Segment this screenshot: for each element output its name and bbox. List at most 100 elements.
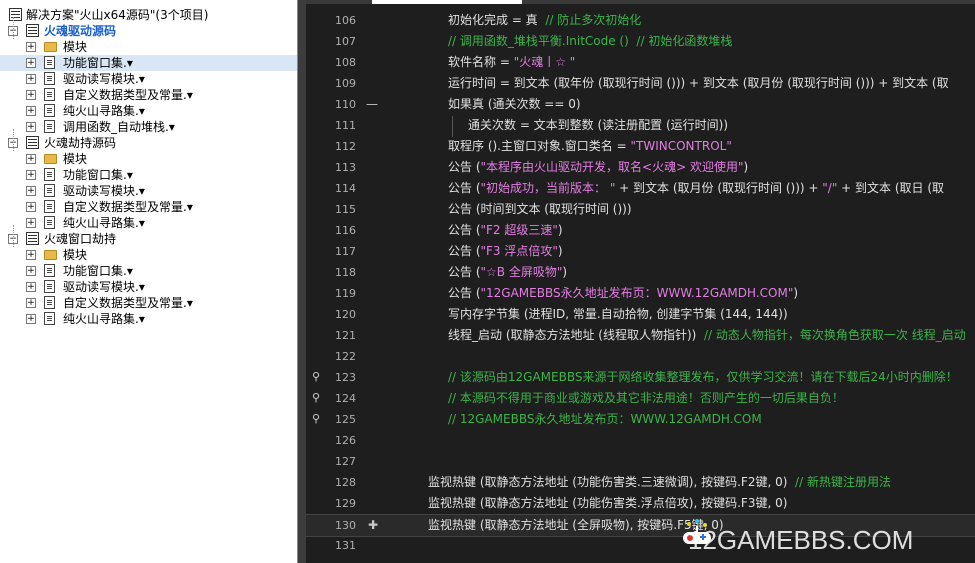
panel-splitter[interactable] xyxy=(298,0,306,563)
tree-item[interactable]: + 纯火山寻路集.▾ xyxy=(0,103,297,119)
code-line[interactable]: 109 运行时间 = 到文本 (取年份 (取现行时间 ())) + 到文本 (取月… xyxy=(306,73,975,94)
tree-item[interactable]: + 功能窗口集.▾ xyxy=(0,263,297,279)
expand-toggle-icon[interactable]: + xyxy=(26,298,36,308)
tree-item[interactable]: + 调用函数_自动堆栈.▾ xyxy=(0,119,297,135)
line-number: 115 xyxy=(335,203,356,216)
folder-icon xyxy=(44,42,57,52)
code-line[interactable]: 126 xyxy=(306,430,975,451)
tree-item-label: 驱动读写模块.▾ xyxy=(63,280,145,294)
tree-project-label: 火魂窗口劫持 xyxy=(44,232,117,246)
watermark-text: 12GAMEBBS.COM xyxy=(688,525,914,555)
tree-item-label: 模块 xyxy=(63,248,88,262)
search-bookmark-icon[interactable]: ⚲ xyxy=(312,413,324,425)
document-icon xyxy=(44,296,55,309)
expand-toggle-icon[interactable]: + xyxy=(26,90,36,100)
tree-item[interactable]: + 驱动读写模块.▾ xyxy=(0,183,297,199)
tree-item-label: 纯火山寻路集.▾ xyxy=(63,216,145,230)
code-line[interactable]: 123 ⚲// 该源码由12GAMEBBS来源于网络收集整理发布，仅供学习交流！请… xyxy=(306,367,975,388)
code-text: 公告 ("F3 浮点倍攻") xyxy=(448,244,563,258)
code-line[interactable]: 125 ⚲// 12GAMEBBS永久地址发布页：WWW.12GAMDH.COM xyxy=(306,409,975,430)
tree-item[interactable]: + 驱动读写模块.▾ xyxy=(0,71,297,87)
tree-item[interactable]: + 自定义数据类型及常量.▾ xyxy=(0,295,297,311)
line-number: 112 xyxy=(335,140,356,153)
tree-item[interactable]: + 模块 xyxy=(0,39,297,55)
solution-tree-panel: 解决方案"火山x64源码"(3个项目) − 火魂驱动源码 + 模块 + 功能窗口集.▾ + 驱动… xyxy=(0,0,298,563)
cursor-crosshair-icon: ✚ xyxy=(368,518,379,532)
document-icon xyxy=(44,88,55,101)
tree-project[interactable]: − 火魂劫持源码 xyxy=(0,135,297,151)
expand-toggle-icon[interactable]: + xyxy=(26,266,36,276)
expand-toggle-icon[interactable]: + xyxy=(26,250,36,260)
tree-item[interactable]: + 纯火山寻路集.▾ xyxy=(0,311,297,327)
code-line[interactable]: 127 xyxy=(306,451,975,472)
code-line[interactable]: 106 初始化完成 = 真 // 防止多次初始化 xyxy=(306,10,975,31)
tree-item-label: 驱动读写模块.▾ xyxy=(63,72,145,86)
expand-toggle-icon[interactable]: + xyxy=(26,282,36,292)
expand-toggle-icon[interactable]: + xyxy=(26,42,36,52)
search-bookmark-icon[interactable]: ⚲ xyxy=(312,392,324,404)
tree-project[interactable]: − 火魂窗口劫持 xyxy=(0,231,297,247)
expand-toggle-icon[interactable]: + xyxy=(26,314,36,324)
expand-toggle-icon[interactable]: + xyxy=(26,202,36,212)
tree-item-label: 驱动读写模块.▾ xyxy=(63,184,145,198)
tree-item[interactable]: + 功能窗口集.▾ xyxy=(0,167,297,183)
search-bookmark-icon[interactable]: ⚲ xyxy=(312,371,324,383)
code-line[interactable]: 111 通关次数 = 文本到整数 (读注册配置 (运行时间)) xyxy=(306,115,975,136)
line-number: 108 xyxy=(335,56,356,69)
tree-item[interactable]: + 模块 xyxy=(0,247,297,263)
code-editor[interactable]: 106 初始化完成 = 真 // 防止多次初始化 107 // 调用函数_堆栈平衡.I… xyxy=(306,0,975,563)
tree-item[interactable]: + 自定义数据类型及常量.▾ xyxy=(0,87,297,103)
expand-toggle-icon[interactable]: + xyxy=(26,122,36,132)
expand-toggle-icon[interactable]: + xyxy=(26,186,36,196)
code-text: 公告 ("初始成功，当前版本： " + 到文本 (取月份 (取现行时间 ()))… xyxy=(448,181,945,195)
expand-toggle-icon[interactable]: + xyxy=(26,170,36,180)
code-line[interactable]: 121 线程_启动 (取静态方法地址 (线程取人物指针)) // 动态人物指针，每… xyxy=(306,325,975,346)
code-line[interactable]: 115 公告 (时间到文本 (取现行时间 ())) xyxy=(306,199,975,220)
expand-toggle-icon[interactable]: + xyxy=(26,58,36,68)
tree-item-label: 自定义数据类型及常量.▾ xyxy=(63,88,193,102)
code-line[interactable]: 124 ⚲// 本源码不得用于商业或游戏及其它非法用途！否则产生的一切后果自负！ xyxy=(306,388,975,409)
tree-item-label: 功能窗口集.▾ xyxy=(63,264,133,278)
tree-item-label: 模块 xyxy=(63,152,88,166)
code-line[interactable]: 122 xyxy=(306,346,975,367)
code-line[interactable]: 107 // 调用函数_堆栈平衡.InitCode () // 初始化函数堆栈 xyxy=(306,31,975,52)
code-line[interactable]: 119 公告 ("12GAMEBBS永久地址发布页：WWW.12GAMDH.COM… xyxy=(306,283,975,304)
code-text: 初始化完成 = 真 // 防止多次初始化 xyxy=(448,13,642,27)
expand-toggle-icon[interactable]: + xyxy=(26,74,36,84)
code-line[interactable]: 120 写内存字节集 (进程ID, 常量.自动拾物, 创建字节集 (144, 14… xyxy=(306,304,975,325)
tree-item[interactable]: + 模块 xyxy=(0,151,297,167)
code-text: // 该源码由12GAMEBBS来源于网络收集整理发布，仅供学习交流！请在下载后… xyxy=(448,370,958,384)
tree-item[interactable]: + 自定义数据类型及常量.▾ xyxy=(0,199,297,215)
code-line[interactable]: 113 公告 ("本程序由火山驱动开发，取名<火魂> 欢迎使用") xyxy=(306,157,975,178)
code-line[interactable]: 108 软件名称 = "火魂丨☆ " xyxy=(306,52,975,73)
code-text: 写内存字节集 (进程ID, 常量.自动拾物, 创建字节集 (144, 144)) xyxy=(448,307,788,321)
code-line[interactable]: 129 监视热键 (取静态方法地址 (功能伤害类.浮点倍攻), 按键码.F3键, … xyxy=(306,493,975,514)
code-line[interactable]: 128 监视热键 (取静态方法地址 (功能伤害类.三速微调), 按键码.F2键, … xyxy=(306,472,975,493)
code-line[interactable]: 118 公告 ("☆B 全屏吸物") xyxy=(306,262,975,283)
code-line[interactable]: 116 公告 ("F2 超级三速") xyxy=(306,220,975,241)
tree-guide-line xyxy=(13,129,14,151)
tree-project-label: 火魂劫持源码 xyxy=(44,136,117,150)
code-line[interactable]: 114 公告 ("初始成功，当前版本： " + 到文本 (取月份 (取现行时间 (… xyxy=(306,178,975,199)
tree-project[interactable]: − 火魂驱动源码 xyxy=(0,23,297,39)
tree-item[interactable]: + 驱动读写模块.▾ xyxy=(0,279,297,295)
tree-item[interactable]: + 纯火山寻路集.▾ xyxy=(0,215,297,231)
code-text: 线程_启动 (取静态方法地址 (线程取人物指针)) // 动态人物指针，每次换角… xyxy=(448,328,966,342)
code-line[interactable]: 117 公告 ("F3 浮点倍攻") xyxy=(306,241,975,262)
expand-toggle-icon[interactable]: + xyxy=(26,218,36,228)
tree-root[interactable]: 解决方案"火山x64源码"(3个项目) xyxy=(0,7,297,23)
line-number: 116 xyxy=(335,224,356,237)
code-line[interactable]: 110 — 如果真 (通关次数 == 0) xyxy=(306,94,975,115)
tree-item-label: 自定义数据类型及常量.▾ xyxy=(63,296,193,310)
project-icon xyxy=(26,232,39,245)
code-text: 监视热键 (取静态方法地址 (功能伤害类.浮点倍攻), 按键码.F3键, 0) xyxy=(428,496,788,510)
code-line[interactable]: 112 取程序 ().主窗口对象.窗口类名 = "TWINCONTROL" xyxy=(306,136,975,157)
expand-toggle-icon[interactable]: + xyxy=(26,154,36,164)
tree-item[interactable]: + 功能窗口集.▾ xyxy=(0,55,297,71)
code-text: 监视热键 (取静态方法地址 (功能伤害类.三速微调), 按键码.F2键, 0) … xyxy=(428,475,891,489)
code-text: 通关次数 = 文本到整数 (读注册配置 (运行时间)) xyxy=(468,118,729,132)
expand-toggle-icon[interactable]: + xyxy=(26,106,36,116)
fold-marker-icon[interactable]: — xyxy=(366,94,378,115)
tree-item-label: 功能窗口集.▾ xyxy=(63,56,133,70)
line-number: 107 xyxy=(335,35,356,48)
